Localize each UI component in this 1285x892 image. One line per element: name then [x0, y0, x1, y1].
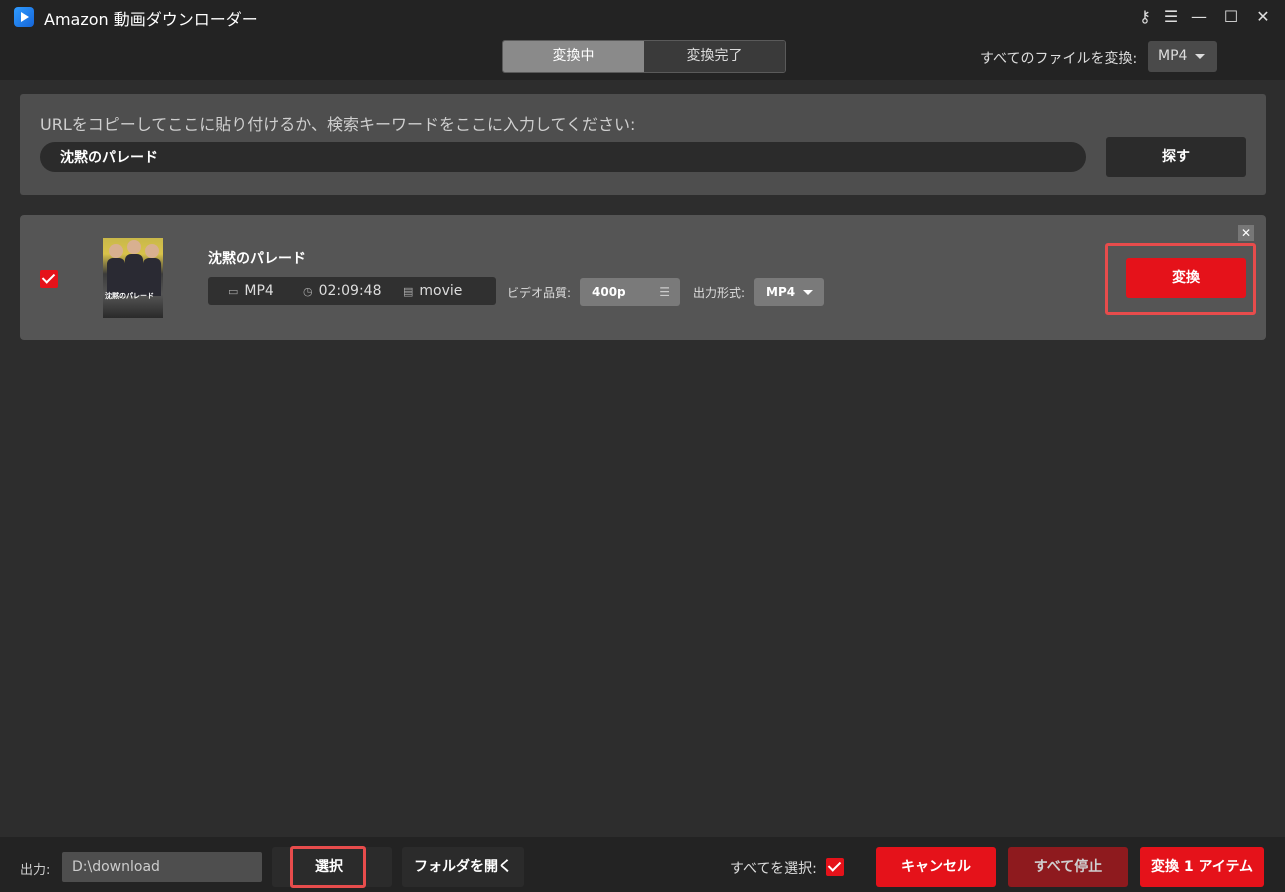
select-button-container: 選択	[272, 846, 392, 888]
output-format-select[interactable]: MP4	[754, 278, 824, 306]
meta-type-value: movie	[419, 283, 463, 299]
footer-bar: 出力: D:\download 選択 フォルダを開く すべてを選択: キャンセル…	[0, 837, 1285, 892]
meta-duration-value: 02:09:48	[318, 283, 382, 299]
output-path-field[interactable]: D:\download	[62, 852, 262, 882]
open-folder-button[interactable]: フォルダを開く	[402, 847, 524, 887]
video-quality-value: 400p	[592, 285, 626, 299]
convert-all-format-value: MP4	[1158, 48, 1188, 64]
video-camera-icon: ▭	[228, 285, 239, 298]
tab-converted[interactable]: 変換完了	[644, 41, 785, 72]
thumbnail-figure-center	[125, 254, 143, 296]
select-all-checkbox[interactable]	[826, 858, 844, 876]
tab-group: 変換中 変換完了	[502, 40, 786, 73]
meta-format: ▭ MP4	[228, 277, 274, 306]
tab-converting[interactable]: 変換中	[503, 41, 644, 72]
list-icon: ☰	[659, 285, 670, 299]
video-thumbnail: 沈黙のパレード	[103, 238, 163, 318]
convert-all-label: すべてのファイルを変換:	[980, 51, 1138, 67]
thumbnail-face-right	[145, 244, 159, 258]
close-icon[interactable]: ✕	[1250, 4, 1276, 30]
cancel-button[interactable]: キャンセル	[876, 847, 996, 887]
search-button[interactable]: 探す	[1106, 137, 1246, 177]
item-checkbox[interactable]	[40, 270, 58, 288]
title-bar: Amazon 動画ダウンローダー ⚷ ☰ — ☐ ✕ 変換中 変換完了 すべての…	[0, 0, 1285, 80]
convert-items-button[interactable]: 変換 1 アイテム	[1140, 847, 1264, 887]
key-icon[interactable]: ⚷	[1132, 4, 1158, 30]
convert-button[interactable]: 変換	[1126, 258, 1246, 298]
thumbnail-title-text: 沈黙のパレード	[105, 292, 154, 300]
app-title: Amazon 動画ダウンローダー	[44, 10, 258, 29]
file-icon: ▤	[403, 285, 414, 298]
stop-all-button[interactable]: すべて停止	[1008, 847, 1128, 887]
select-all-label: すべてを選択:	[730, 861, 817, 877]
clock-icon: ◷	[303, 285, 313, 298]
minimize-icon[interactable]: —	[1186, 4, 1212, 30]
search-prompt: URLをコピーしてここに貼り付けるか、検索キーワードをここに入力してください:	[40, 115, 636, 134]
thumbnail-face-left	[109, 244, 123, 258]
output-format-label: 出力形式:	[693, 286, 746, 300]
output-format-value: MP4	[766, 285, 796, 299]
video-item-card: 沈黙のパレード 沈黙のパレード ▭ MP4 ◷ 02:09:48 ▤ movie ビデ…	[20, 215, 1266, 340]
chevron-down-icon	[1195, 53, 1206, 59]
meta-duration: ◷ 02:09:48	[303, 277, 382, 306]
app-play-icon	[14, 7, 34, 27]
video-quality-label: ビデオ品質:	[507, 286, 572, 300]
remove-item-close-icon[interactable]: ✕	[1238, 225, 1254, 241]
meta-type: ▤ movie	[403, 277, 462, 306]
video-meta-bar: ▭ MP4 ◷ 02:09:48 ▤ movie	[208, 277, 496, 305]
select-folder-button[interactable]: 選択	[292, 847, 366, 887]
thumbnail-face-center	[127, 240, 141, 254]
search-input[interactable]	[40, 142, 1086, 172]
convert-all-format-select[interactable]: MP4	[1148, 41, 1217, 72]
menu-icon[interactable]: ☰	[1158, 4, 1184, 30]
video-quality-select[interactable]: 400p ☰	[580, 278, 680, 306]
search-panel: URLをコピーしてここに貼り付けるか、検索キーワードをここに入力してください: …	[20, 94, 1266, 195]
output-label: 出力:	[20, 863, 51, 878]
maximize-icon[interactable]: ☐	[1218, 4, 1244, 30]
chevron-down-icon	[803, 290, 814, 295]
video-title: 沈黙のパレード	[208, 251, 306, 267]
meta-format-value: MP4	[244, 283, 274, 299]
